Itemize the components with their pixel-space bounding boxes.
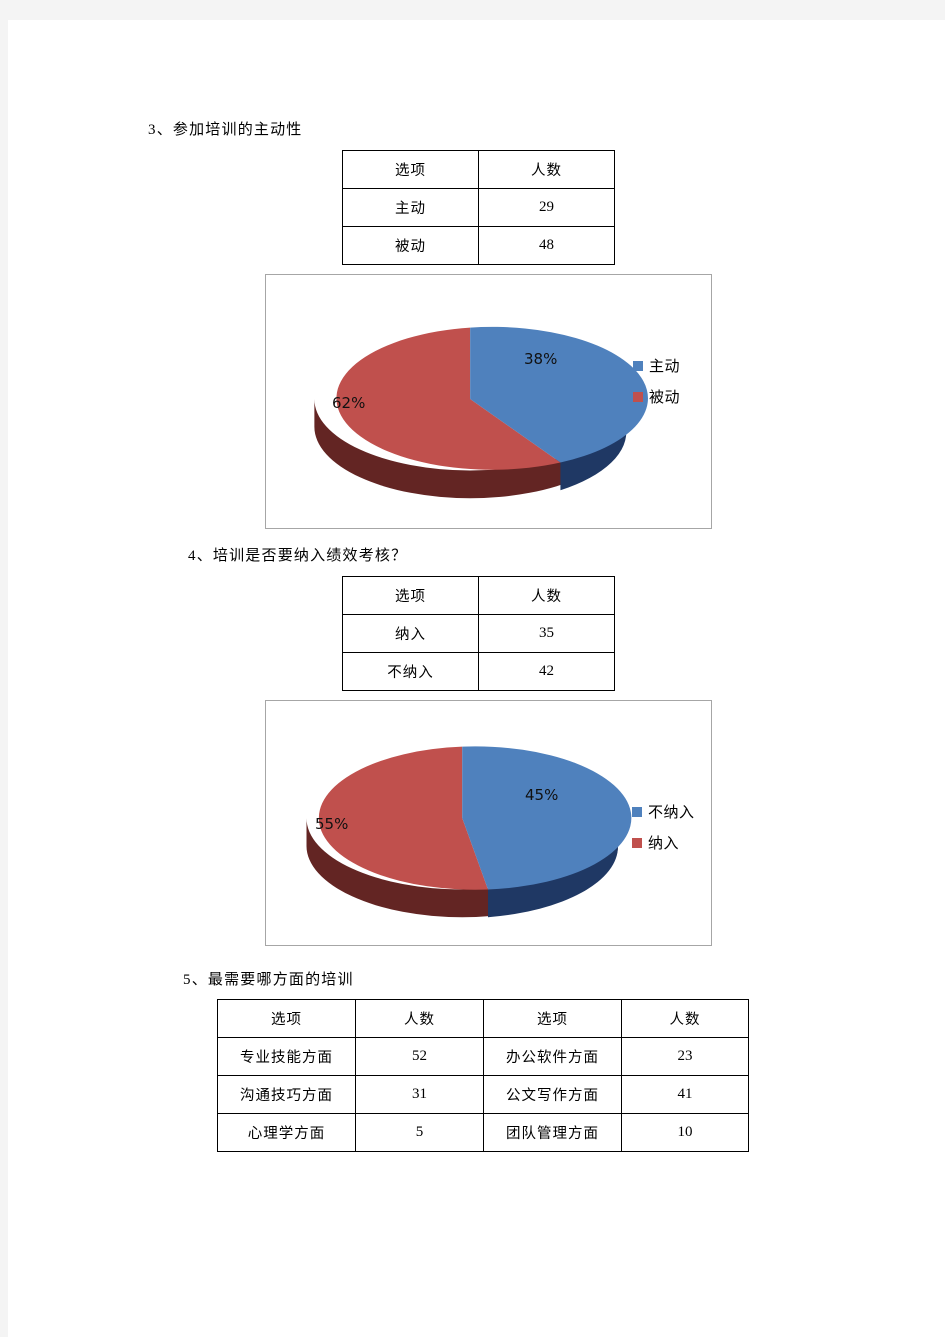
table-cell-option: 心理学方面: [217, 1113, 356, 1152]
table-cell-option: 被动: [342, 226, 479, 265]
table-cell-option: 不纳入: [342, 652, 479, 691]
table-cell-count: 42: [478, 652, 615, 691]
pie-slice-label-blue: 38%: [524, 350, 558, 368]
document-page: 3、参加培训的主动性 选项 人数 主动 29 被动 48 38% 62% 主动 …: [8, 20, 945, 1337]
table-header-cell: 人数: [478, 150, 615, 189]
pie-chart-1: 38% 62% 主动 被动: [265, 274, 712, 529]
pie-chart-1-legend: 主动 被动: [633, 355, 680, 407]
table-cell-option: 公文写作方面: [483, 1075, 622, 1114]
table-row: 纳入 35: [342, 614, 615, 653]
table-cell-count: 5: [355, 1113, 484, 1152]
table-row: 主动 29: [342, 188, 615, 227]
legend-item: 被动: [633, 386, 680, 407]
table-cell-count: 35: [478, 614, 615, 653]
table-cell-option: 沟通技巧方面: [217, 1075, 356, 1114]
table-row: 选项 人数: [342, 576, 615, 615]
pie-chart-2-legend: 不纳入 纳入: [632, 801, 695, 853]
table-header-cell: 人数: [355, 999, 484, 1038]
legend-swatch-icon: [632, 837, 642, 848]
table-cell-count: 29: [478, 188, 615, 227]
table-header-cell: 选项: [217, 999, 356, 1038]
section-4-heading: 4、培训是否要纳入绩效考核？: [188, 548, 408, 564]
legend-item: 纳入: [632, 832, 695, 853]
table-cell-count: 41: [621, 1075, 749, 1114]
pie-slice-label-blue: 45%: [525, 786, 559, 804]
pie-slice-label-red: 55%: [315, 815, 349, 833]
table-row: 被动 48: [342, 226, 615, 265]
section-5-table: 选项 人数 选项 人数 专业技能方面 52 办公软件方面 23 沟通技巧方面 3…: [217, 999, 749, 1152]
table-row: 选项 人数: [342, 150, 615, 189]
legend-item: 不纳入: [632, 801, 695, 822]
table-cell-option: 专业技能方面: [217, 1037, 356, 1076]
table-header-cell: 人数: [478, 576, 615, 615]
table-header-cell: 选项: [342, 576, 479, 615]
table-cell-count: 48: [478, 226, 615, 265]
table-row: 选项 人数 选项 人数: [217, 999, 749, 1038]
legend-swatch-icon: [632, 806, 642, 817]
pie-chart-2: 45% 55% 不纳入 纳入: [265, 700, 712, 946]
section-5-heading: 5、最需要哪方面的培训: [183, 972, 354, 988]
table-cell-count: 52: [355, 1037, 484, 1076]
legend-label: 纳入: [648, 836, 680, 852]
legend-swatch-icon: [633, 360, 643, 371]
table-cell-option: 纳入: [342, 614, 479, 653]
table-cell-count: 31: [355, 1075, 484, 1114]
table-row: 专业技能方面 52 办公软件方面 23: [217, 1037, 749, 1076]
pie-slice-label-red: 62%: [332, 394, 366, 412]
table-row: 心理学方面 5 团队管理方面 10: [217, 1113, 749, 1152]
table-row: 不纳入 42: [342, 652, 615, 691]
legend-swatch-icon: [633, 391, 643, 402]
legend-item: 主动: [633, 355, 680, 376]
legend-label: 不纳入: [648, 805, 695, 821]
legend-label: 主动: [649, 359, 681, 375]
table-header-cell: 选项: [342, 150, 479, 189]
table-row: 沟通技巧方面 31 公文写作方面 41: [217, 1075, 749, 1114]
table-header-cell: 选项: [483, 999, 622, 1038]
table-cell-count: 23: [621, 1037, 749, 1076]
table-header-cell: 人数: [621, 999, 749, 1038]
table-cell-option: 主动: [342, 188, 479, 227]
section-3-heading: 3、参加培训的主动性: [148, 122, 303, 138]
section-4-table: 选项 人数 纳入 35 不纳入 42: [342, 576, 615, 691]
table-cell-option: 办公软件方面: [483, 1037, 622, 1076]
table-cell-count: 10: [621, 1113, 749, 1152]
legend-label: 被动: [649, 390, 681, 406]
table-cell-option: 团队管理方面: [483, 1113, 622, 1152]
section-3-table: 选项 人数 主动 29 被动 48: [342, 150, 615, 265]
